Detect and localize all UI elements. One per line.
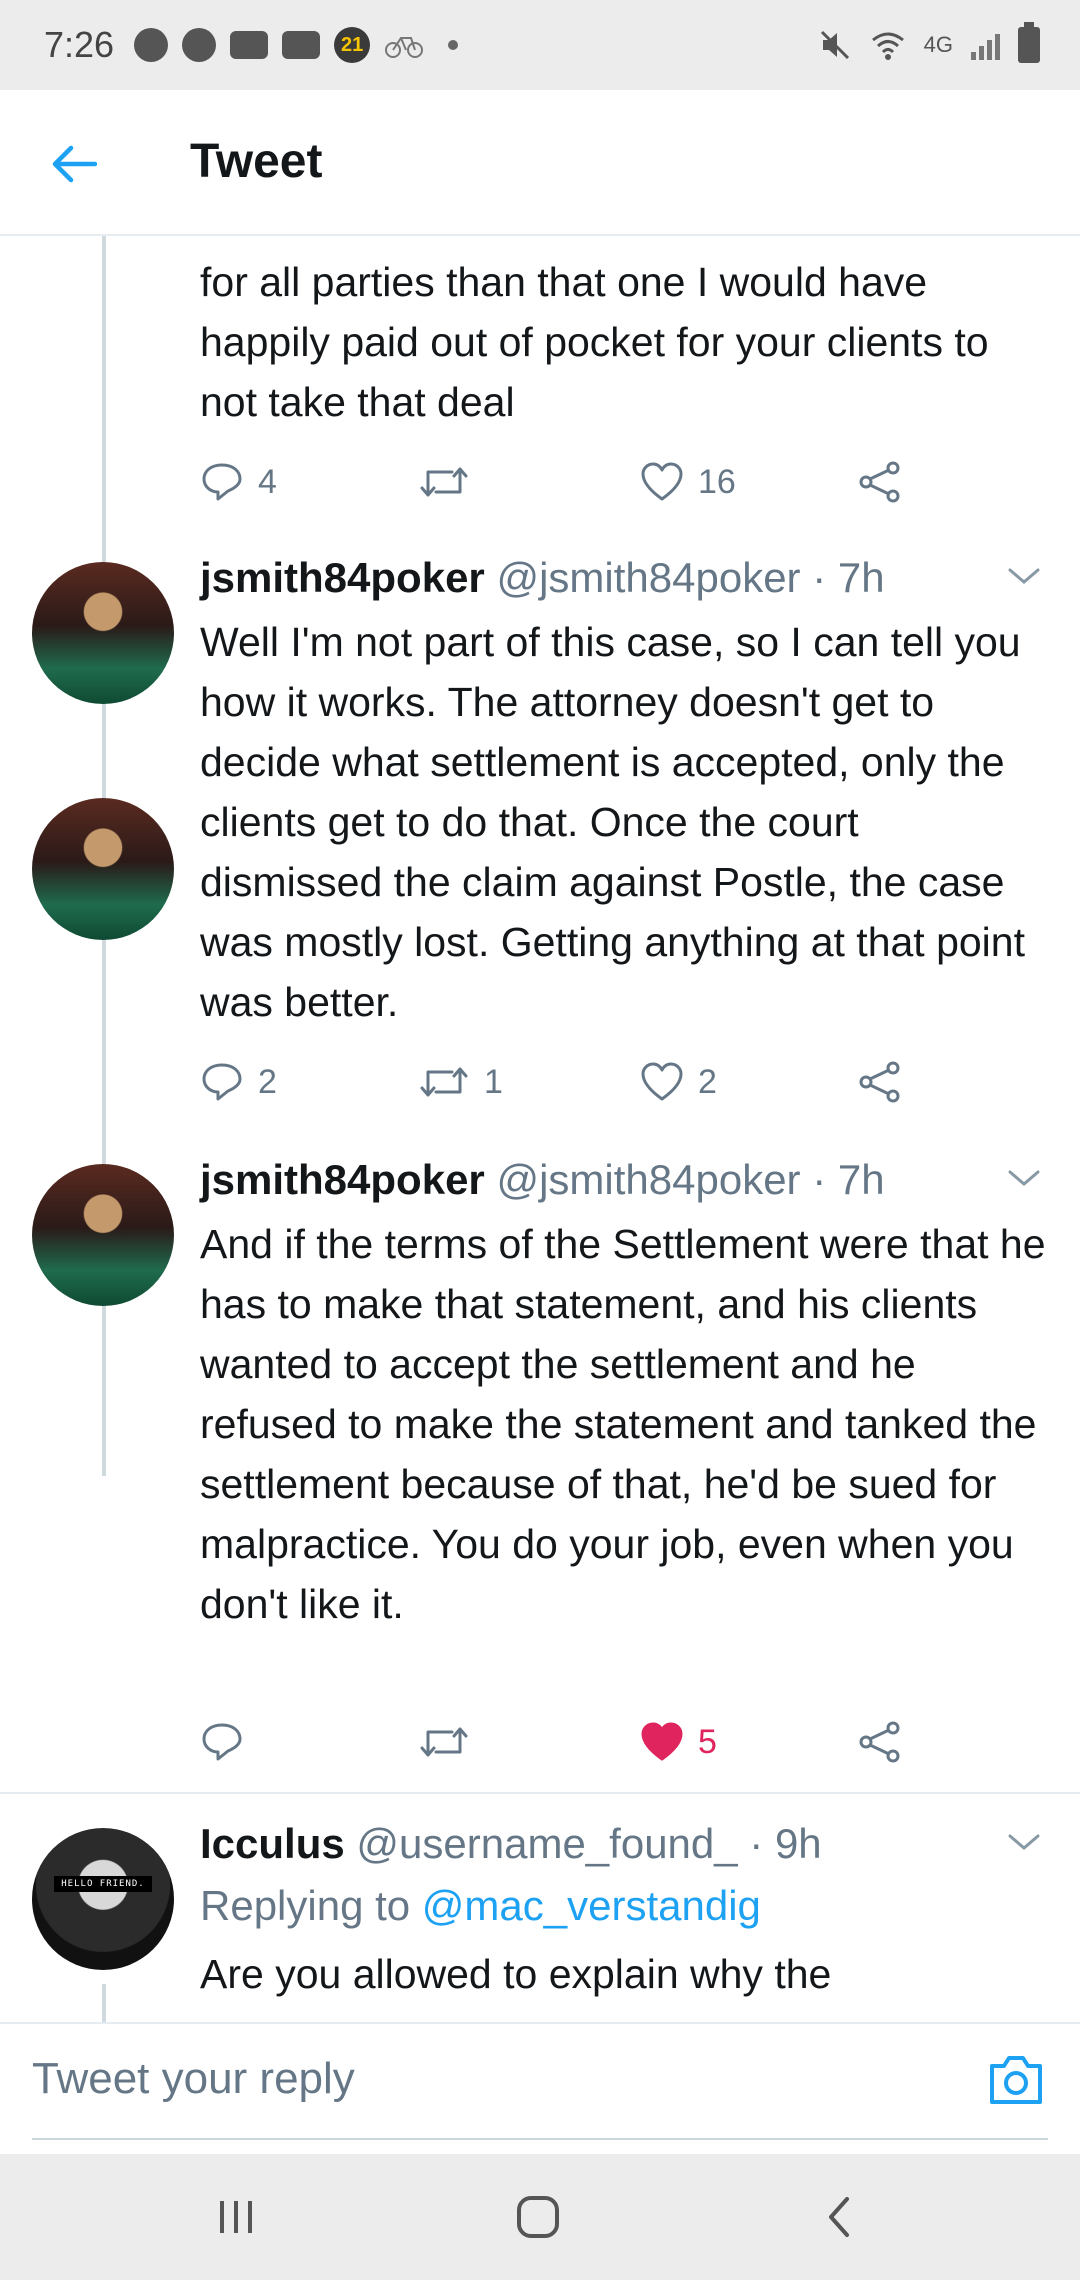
- handle-timestamp: @username_found_ · 9h: [356, 1820, 822, 1867]
- reply-input[interactable]: Tweet your reply: [32, 2054, 355, 2104]
- heart-icon: [641, 462, 683, 501]
- like-button[interactable]: 16: [640, 452, 736, 512]
- reply-button[interactable]: 4: [200, 452, 277, 512]
- share-icon: [859, 1721, 900, 1763]
- reply-icon: [202, 463, 242, 501]
- retweet-icon: [420, 467, 468, 497]
- mute-icon: [820, 30, 849, 60]
- retweet-button[interactable]: 1: [418, 1052, 503, 1112]
- avatar[interactable]: HELLO FRIEND.: [32, 1828, 174, 1970]
- replying-to-link[interactable]: @mac_verstandig: [422, 1882, 761, 1929]
- retweet-count: 1: [484, 1062, 503, 1101]
- messenger-icon: [134, 28, 169, 62]
- camera-button[interactable]: [986, 2052, 1046, 2108]
- reply-count: 4: [258, 462, 277, 501]
- back-arrow-icon: [52, 145, 97, 183]
- youtube-icon-2: [282, 31, 321, 59]
- like-button[interactable]: 2: [640, 1052, 717, 1112]
- reply-underline: [32, 2138, 1048, 2140]
- divider: [0, 1792, 1080, 1794]
- signal-icon: [971, 30, 1000, 60]
- back-chevron-icon: [829, 2197, 849, 2237]
- status-bar: 7:26 21 4G: [0, 0, 1080, 90]
- tweet-actions: 2 1 2: [200, 1052, 920, 1112]
- avatar[interactable]: [32, 798, 174, 940]
- display-name[interactable]: jsmith84poker: [200, 554, 485, 601]
- retweet-button[interactable]: [418, 1712, 484, 1772]
- tweet-header: jsmith84poker @jsmith84poker · 7h: [200, 554, 885, 602]
- chevron-down-icon[interactable]: [1004, 1822, 1044, 1862]
- page-title: Tweet: [190, 135, 323, 188]
- retweet-icon: [420, 1067, 468, 1097]
- system-nav-bar: [0, 2154, 1080, 2280]
- tweet-text: And if the terms of the Settlement were …: [200, 1221, 1046, 1627]
- retweet-icon: [420, 1727, 468, 1757]
- tweet[interactable]: for all parties than that one I would ha…: [0, 236, 1080, 536]
- reply-icon: [202, 1723, 242, 1761]
- avatar[interactable]: [32, 1164, 174, 1306]
- notification-icons: 21: [134, 27, 459, 63]
- reply-button[interactable]: [200, 1712, 258, 1772]
- tweet-text: Are you allowed to explain why the: [200, 1951, 832, 1997]
- more-notifications-dot: [448, 40, 459, 50]
- battery-icon: [1018, 22, 1040, 63]
- retweet-button[interactable]: [418, 452, 484, 512]
- replying-to-label: Replying to: [200, 1882, 422, 1929]
- tweet-header: Icculus @username_found_ · 9h: [200, 1820, 822, 1868]
- app-21-icon: 21: [334, 27, 371, 63]
- thread-line: [102, 1984, 106, 2022]
- thread-content[interactable]: for all parties than that one I would ha…: [0, 236, 1080, 2022]
- avatar-text: HELLO FRIEND.: [54, 1876, 152, 1892]
- like-count: 2: [698, 1062, 717, 1101]
- network-type: 4G: [923, 32, 953, 57]
- youtube-icon: [230, 31, 269, 59]
- heart-icon: [641, 1062, 683, 1101]
- recent-apps-button[interactable]: [206, 2192, 266, 2242]
- back-nav-button[interactable]: [810, 2192, 870, 2242]
- handle-timestamp: @jsmith84poker · 7h: [496, 1156, 885, 1203]
- tweet-actions: 5: [200, 1712, 920, 1772]
- status-time: 7:26: [44, 24, 115, 65]
- replying-to: Replying to @mac_verstandig: [200, 1882, 761, 1930]
- facebook-icon: [182, 28, 217, 62]
- system-icons: 4G: [818, 0, 1040, 90]
- avatar[interactable]: [32, 562, 174, 704]
- reply-icon: [202, 1063, 242, 1101]
- home-button[interactable]: [508, 2192, 568, 2242]
- heart-filled-icon: [641, 1722, 683, 1761]
- display-name[interactable]: jsmith84poker: [200, 1156, 485, 1203]
- app-header: Tweet: [0, 90, 1080, 236]
- handle-timestamp: @jsmith84poker · 7h: [496, 554, 885, 601]
- back-button[interactable]: [44, 134, 104, 194]
- bike-icon: [385, 37, 424, 58]
- share-button[interactable]: [858, 1712, 902, 1772]
- share-icon: [859, 1061, 900, 1103]
- share-button[interactable]: [858, 452, 902, 512]
- home-icon: [517, 2196, 559, 2238]
- share-button[interactable]: [858, 1052, 902, 1112]
- like-count: 5: [698, 1722, 717, 1761]
- reply-button[interactable]: 2: [200, 1052, 277, 1112]
- tweet-header: jsmith84poker @jsmith84poker · 7h: [200, 1156, 885, 1204]
- like-button[interactable]: 5: [640, 1712, 717, 1772]
- like-count: 16: [698, 462, 736, 501]
- tweet-text: for all parties than that one I would ha…: [200, 259, 989, 425]
- recent-apps-icon: [220, 2201, 252, 2233]
- display-name[interactable]: Icculus: [200, 1820, 345, 1867]
- share-icon: [859, 461, 900, 503]
- tweet-text: Well I'm not part of this case, so I can…: [200, 619, 1025, 1025]
- reply-bar: Tweet your reply: [0, 2022, 1080, 2154]
- reply-count: 2: [258, 1062, 277, 1101]
- tweet-actions: 4 16: [200, 452, 920, 512]
- chevron-down-icon[interactable]: [1004, 556, 1044, 596]
- chevron-down-icon[interactable]: [1004, 1158, 1044, 1198]
- wifi-icon: [871, 32, 904, 60]
- camera-icon: [990, 2056, 1042, 2104]
